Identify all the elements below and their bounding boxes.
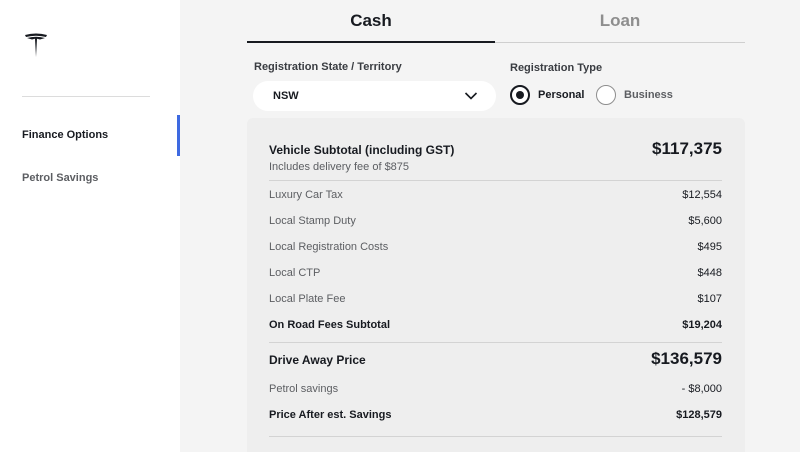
registration-type-label: Registration Type [510,62,603,74]
on-road-subtotal-row: On Road Fees Subtotal $19,204 [269,319,722,331]
delivery-fee-note: Includes delivery fee of $875 [269,161,410,173]
tab-cash[interactable]: Cash [247,0,495,43]
fee-label: Luxury Car Tax [269,189,343,201]
fee-row-ctp: Local CTP $448 [269,267,722,279]
fee-row-stamp-duty: Local Stamp Duty $5,600 [269,215,722,227]
vehicle-subtotal-value: $117,375 [652,139,722,158]
fee-value: $448 [697,267,722,279]
on-road-subtotal-label: On Road Fees Subtotal [269,319,391,331]
fee-row-plate-fee: Local Plate Fee $107 [269,293,722,305]
tab-loan[interactable]: Loan [495,0,745,43]
radio-checked-icon [510,85,530,105]
sidebar-item-finance-options[interactable]: Finance Options [22,129,108,141]
fee-value: $12,554 [682,189,722,201]
on-road-subtotal-value: $19,204 [682,319,722,331]
fee-row-luxury-car-tax: Luxury Car Tax $12,554 [269,189,722,201]
main-panel: Cash Loan Registration State / Territory… [180,0,800,452]
divider [269,436,722,437]
radio-business[interactable]: Business [596,84,673,106]
chevron-down-icon [464,92,478,100]
registration-state-value: NSW [273,90,299,102]
registration-state-label: Registration State / Territory [254,61,402,73]
drive-away-row: Drive Away Price $136,579 [269,349,722,369]
fee-value: $107 [697,293,722,305]
petrol-savings-label: Petrol savings [269,383,339,395]
vehicle-subtotal-label: Vehicle Subtotal (including GST) [269,143,455,157]
fee-value: $5,600 [688,215,722,227]
petrol-savings-value: - $8,000 [681,383,722,395]
price-after-savings-value: $128,579 [676,409,722,421]
radio-unchecked-icon [596,85,616,105]
sidebar-divider [22,96,150,97]
sidebar-item-petrol-savings[interactable]: Petrol Savings [22,172,98,184]
divider [269,180,722,181]
price-after-savings-label: Price After est. Savings [269,409,392,421]
fee-value: $495 [697,241,722,253]
drive-away-value: $136,579 [651,349,722,368]
fee-label: Local CTP [269,267,321,279]
fee-label: Local Plate Fee [269,293,346,305]
drive-away-label: Drive Away Price [269,353,366,367]
petrol-savings-row: Petrol savings - $8,000 [269,383,722,395]
price-after-savings-row: Price After est. Savings $128,579 [269,409,722,421]
fee-label: Local Stamp Duty [269,215,356,227]
vehicle-subtotal-row: Vehicle Subtotal (including GST) $117,37… [269,139,722,159]
price-summary-card: Vehicle Subtotal (including GST) $117,37… [247,118,745,452]
tesla-logo-icon[interactable] [22,31,50,59]
fee-row-registration-costs: Local Registration Costs $495 [269,241,722,253]
divider [269,342,722,343]
sidebar: Finance Options Petrol Savings [0,0,180,452]
radio-personal[interactable]: Personal [510,84,584,106]
registration-state-select[interactable]: NSW [253,81,496,111]
radio-personal-label: Personal [538,89,585,101]
fee-label: Local Registration Costs [269,241,389,253]
radio-business-label: Business [624,89,673,101]
